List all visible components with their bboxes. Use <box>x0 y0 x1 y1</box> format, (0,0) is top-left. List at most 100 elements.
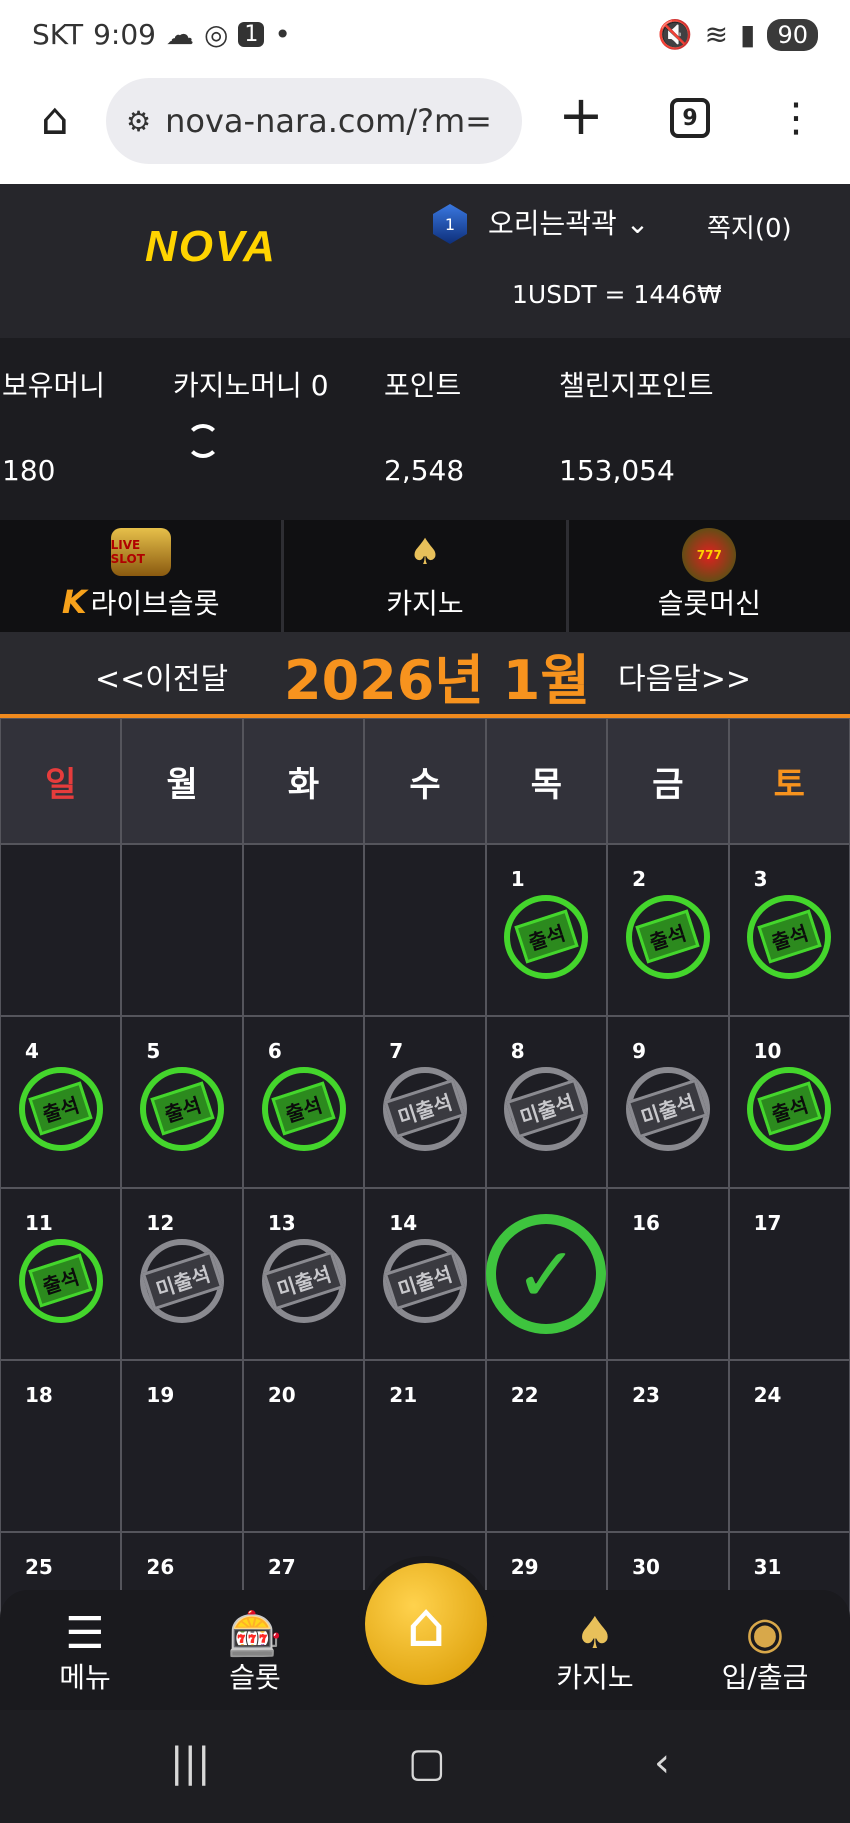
recent-apps-icon[interactable]: ||| <box>170 1740 210 1786</box>
calendar-day[interactable]: 6 출석 <box>242 1016 365 1188</box>
calendar-day[interactable]: 9 미출석 <box>607 1016 729 1188</box>
live-slot-icon: LIVE SLOT <box>110 528 171 576</box>
calendar-day[interactable]: 24 <box>728 1360 850 1532</box>
weekday-sun: 일 <box>0 718 122 844</box>
month-navigation: <<이전달 2026년 1월 다음달>> <box>0 632 850 718</box>
home-icon: ⌂ <box>365 1563 487 1685</box>
nav-deposit-withdraw[interactable]: ◉ 입/출금 <box>680 1590 850 1710</box>
calendar-day-today[interactable]: ✓ <box>485 1188 608 1360</box>
kslot-icon: ♠ <box>575 1608 615 1659</box>
address-bar[interactable]: ⚙ nova-nara.com/?m= <box>106 78 522 164</box>
next-month-link[interactable]: 다음달>> <box>618 654 751 698</box>
calendar-day[interactable]: 20 <box>242 1360 365 1532</box>
calendar-day[interactable]: 23 <box>607 1360 729 1532</box>
instagram-icon: ◎ <box>203 18 229 51</box>
system-navigation-bar: ||| ▢ ‹ <box>0 1710 850 1823</box>
home-icon[interactable]: ⌂ <box>30 94 80 145</box>
calendar-day[interactable]: 18 <box>0 1360 122 1532</box>
cloud-icon: ☁ <box>165 18 194 51</box>
calendar-day[interactable]: 22 <box>485 1360 608 1532</box>
calendar-day-empty <box>242 844 365 1016</box>
calendar-day[interactable]: 14 미출석 <box>364 1188 486 1360</box>
nav-label: 입/출금 <box>721 1661 809 1694</box>
day-number: 22 <box>510 1383 539 1407</box>
nav-casino[interactable]: ♠ 카지노 <box>510 1590 680 1710</box>
day-number: 20 <box>267 1383 296 1407</box>
more-menu-icon[interactable]: ⋮ <box>776 90 816 146</box>
day-number: 26 <box>146 1555 175 1579</box>
day-number: 2 <box>632 867 647 891</box>
nav-label: 슬롯 <box>229 1661 281 1694</box>
calendar-day[interactable]: 16 <box>607 1188 729 1360</box>
rank-badge-icon: 1 <box>433 204 467 244</box>
check-icon[interactable]: ✓ <box>486 1214 607 1334</box>
day-number: 4 <box>25 1039 39 1063</box>
home-button[interactable]: ⌂ <box>358 1556 494 1692</box>
weekday-wed: 수 <box>364 718 486 844</box>
nav-menu[interactable]: ☰ 메뉴 <box>0 1590 170 1710</box>
k-badge-icon: K <box>61 583 87 621</box>
calendar-day[interactable]: 17 <box>728 1188 850 1360</box>
nav-slot[interactable]: 🎰 슬롯 <box>170 1590 340 1710</box>
game-category-tabs: LIVE SLOT K 라이브슬롯 ♠ 카지노 777 슬롯머신 <box>0 520 850 632</box>
day-number: 17 <box>753 1211 782 1235</box>
day-number: 31 <box>753 1555 782 1579</box>
calendar-day[interactable]: 2 출석 <box>607 844 729 1016</box>
calendar-day[interactable]: 19 <box>121 1360 243 1532</box>
day-number: 6 <box>267 1039 282 1063</box>
status-bar: SKT 9:09 ☁ ◎ 1 • 🔇 ≋ ▮ 90 <box>0 0 850 72</box>
exchange-rate: 1USDT = 1446₩ <box>512 280 722 309</box>
calendar-day[interactable]: 13 미출석 <box>242 1188 365 1360</box>
calendar-day[interactable]: 12 미출석 <box>121 1188 243 1360</box>
tab-label: 라이브슬롯 <box>90 587 220 620</box>
absent-stamp-icon: 미출석 <box>382 1066 467 1151</box>
system-home-icon[interactable]: ▢ <box>408 1740 446 1786</box>
day-number: 5 <box>146 1039 161 1063</box>
calendar-day[interactable]: 8 미출석 <box>485 1016 608 1188</box>
back-icon[interactable]: ‹ <box>654 1740 670 1786</box>
user-dropdown[interactable]: 오리는곽곽 ⌄ <box>488 202 649 242</box>
absent-stamp-icon: 미출석 <box>382 1238 467 1323</box>
points-label: 포인트 <box>384 369 462 402</box>
refresh-icon[interactable] <box>186 424 220 458</box>
present-stamp-icon: 출석 <box>504 894 589 979</box>
tab-casino[interactable]: ♠ 카지노 <box>281 520 565 632</box>
site-settings-icon[interactable]: ⚙ <box>126 105 151 138</box>
calendar-day[interactable]: 1 출석 <box>485 844 608 1016</box>
challenge-points-value: 153,054 <box>559 454 675 487</box>
calendar-week: 11 출석 12 미출석 13 미출석 14 미출석 ✓ 16 17 <box>0 1188 850 1360</box>
day-number: 27 <box>267 1555 296 1579</box>
day-number: 9 <box>632 1039 647 1063</box>
day-number: 16 <box>632 1211 660 1235</box>
day-number: 1 <box>510 867 525 891</box>
absent-stamp-icon: 미출석 <box>261 1238 346 1323</box>
calendar-day[interactable]: 4 출석 <box>0 1016 122 1188</box>
weekday-thu: 목 <box>485 718 608 844</box>
new-tab-icon[interactable]: + <box>556 84 606 147</box>
calendar-day[interactable]: 21 <box>364 1360 486 1532</box>
calendar-day[interactable]: 10 출석 <box>728 1016 850 1188</box>
casino-money-label: 카지노머니 0 <box>173 369 329 402</box>
nav-label: 메뉴 <box>59 1661 111 1694</box>
calendar-day-empty <box>364 844 486 1016</box>
day-number: 14 <box>389 1211 418 1235</box>
holding-money-label: 보유머니 <box>2 369 106 402</box>
calendar-day[interactable]: 5 출석 <box>121 1016 243 1188</box>
username: 오리는곽곽 <box>488 207 617 240</box>
points-value: 2,548 <box>384 454 465 487</box>
nova-logo[interactable]: NOVA <box>145 222 277 272</box>
messages-link[interactable]: 쪽지(0) <box>707 208 792 245</box>
calendar-day[interactable]: 11 출석 <box>0 1188 122 1360</box>
day-number: 25 <box>25 1555 53 1579</box>
prev-month-link[interactable]: <<이전달 <box>95 654 228 698</box>
calendar-day[interactable]: 3 출석 <box>728 844 850 1016</box>
nav-label: 카지노 <box>556 1661 634 1694</box>
battery-indicator: 90 <box>767 18 818 51</box>
tab-slot-machine[interactable]: 777 슬롯머신 <box>565 520 850 632</box>
day-number: 24 <box>753 1383 782 1407</box>
tab-live-slot[interactable]: LIVE SLOT K 라이브슬롯 <box>0 520 281 632</box>
day-number: 30 <box>632 1555 660 1579</box>
tab-switcher-button[interactable]: 9 <box>670 98 710 138</box>
calendar-day[interactable]: 7 미출석 <box>364 1016 486 1188</box>
calendar-day-empty <box>0 844 122 1016</box>
